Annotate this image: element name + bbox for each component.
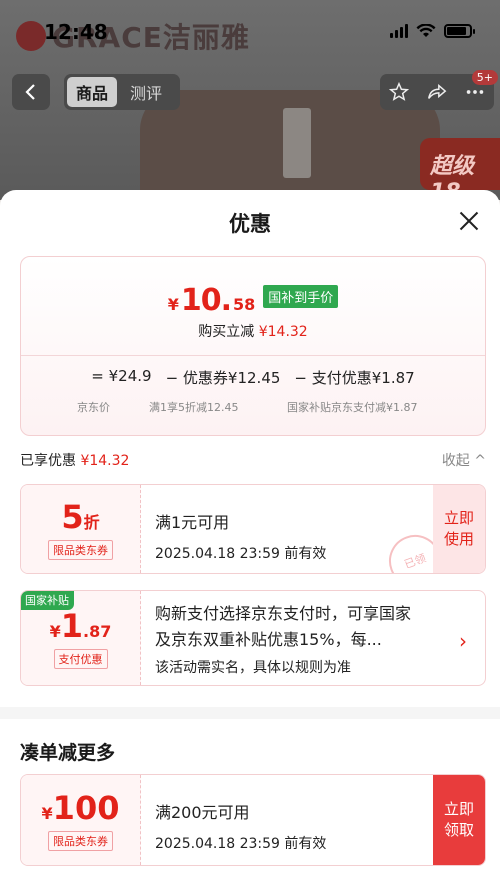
subsidy-card[interactable]: ¥ 1 .87 支付优惠 国家补贴 购新支付选择京东支付时，可享国家 及京东双重… — [20, 590, 486, 686]
save-amount: ¥14.32 — [258, 324, 308, 340]
final-price-currency: ¥ — [167, 295, 179, 314]
tab-review[interactable]: 测评 — [121, 77, 171, 107]
subsidy-details: 购新支付选择京东支付时，可享国家 及京东双重补贴优惠15%，每... 该活动需实… — [155, 601, 445, 677]
coupon-value-number: 5 — [61, 498, 84, 536]
coupon-condition: 满1元可用 — [155, 513, 230, 532]
final-price: ¥ 10. 58 国补到手价 — [21, 283, 485, 318]
addon-coupon-value-number: 100 — [52, 789, 120, 827]
addon-coupon-type-tag: 限品类东券 — [48, 831, 113, 851]
coupon-value: 5 折 — [61, 498, 99, 536]
wifi-icon — [416, 24, 436, 37]
coupon-value-unit: 折 — [83, 513, 100, 532]
more-discounts-title: 凑单减更多 — [20, 742, 116, 764]
enjoyed-label: 已享优惠 — [20, 453, 76, 469]
price-breakdown: = ¥24.9 − 优惠券¥12.45 − 支付优惠¥1.87 — [21, 367, 485, 388]
pay-note: 国家补贴京东支付减¥1.87 — [287, 401, 418, 414]
instant-saving: 购买立减 ¥14.32 — [21, 321, 485, 341]
share-icon[interactable] — [426, 81, 448, 103]
pay-deduction: − 支付优惠¥1.87 — [294, 369, 415, 387]
coupon-details: 满1元可用 2025.04.18 23:59 前有效 — [155, 509, 425, 563]
coupon-deduction: − 优惠券¥12.45 — [165, 369, 281, 387]
coupon-card: 5 折 限品类东券 满1元可用 2025.04.18 23:59 前有效 已领 … — [20, 484, 486, 574]
addon-coupon-details: 满200元可用 2025.04.18 23:59 前有效 — [155, 799, 425, 853]
page-tabs: 商品 测评 — [64, 74, 180, 110]
tab-product[interactable]: 商品 — [67, 77, 118, 107]
price-summary-card: ¥ 10. 58 国补到手价 购买立减 ¥14.32 = ¥24.9 − 优惠券… — [20, 256, 486, 436]
coupon-note: 满1享5折减12.45 — [149, 401, 239, 414]
close-icon[interactable] — [458, 210, 480, 232]
subsidy-description-line2: 及京东双重补贴优惠15%，每... — [155, 630, 382, 649]
addon-coupon-value-panel: ¥ 100 限品类东券 — [21, 775, 141, 865]
chevron-right-icon[interactable]: › — [459, 629, 467, 653]
final-price-integer: 10. — [180, 283, 232, 318]
addon-coupon-currency: ¥ — [41, 804, 53, 823]
back-button[interactable] — [12, 74, 50, 110]
addon-coupon-condition: 满200元可用 — [155, 803, 250, 822]
save-label: 购买立减 — [198, 324, 255, 340]
jd-price: = ¥24.9 — [91, 367, 152, 385]
final-price-decimal: 58 — [233, 295, 256, 314]
subsidy-value: ¥ 1 .87 — [50, 607, 112, 645]
price-divider — [21, 355, 485, 356]
subsidy-description: 购新支付选择京东支付时，可享国家 及京东双重补贴优惠15%，每... — [155, 601, 445, 653]
final-price-badge: 国补到手价 — [263, 285, 339, 308]
chevron-left-icon — [25, 84, 35, 100]
national-subsidy-tag: 国家补贴 — [21, 591, 74, 610]
addon-coupon-card: ¥ 100 限品类东券 满200元可用 2025.04.18 23:59 前有效… — [20, 774, 486, 866]
use-now-button[interactable]: 立即 使用 — [433, 485, 485, 573]
claim-now-button[interactable]: 立即 领取 — [433, 775, 485, 865]
status-icons — [390, 24, 475, 38]
coupon-expiry: 2025.04.18 23:59 前有效 — [155, 546, 327, 562]
promo-banner: 超级18 — [420, 138, 500, 200]
enjoyed-amount: ¥14.32 — [80, 453, 130, 469]
subsidy-value-number: 1 — [60, 607, 84, 645]
discount-sheet: 优惠 ¥ 10. 58 国补到手价 购买立减 ¥14.32 = ¥24.9 − … — [0, 190, 500, 879]
addon-coupon-value: ¥ 100 — [42, 789, 120, 827]
subsidy-currency: ¥ — [49, 622, 61, 641]
subsidy-description-line1: 购新支付选择京东支付时，可享国家 — [155, 604, 412, 623]
coupon-value-panel: 5 折 限品类东券 — [21, 485, 141, 573]
coupon-type-tag: 限品类东券 — [48, 540, 113, 560]
signal-icon — [390, 24, 408, 38]
subsidy-note: 该活动需实名，具体以规则为准 — [155, 660, 351, 676]
star-icon[interactable] — [388, 81, 410, 103]
collapse-toggle[interactable]: 收起 ^ — [442, 450, 486, 470]
sheet-title: 优惠 — [229, 212, 271, 236]
section-divider — [0, 707, 500, 719]
subsidy-type-tag: 支付优惠 — [53, 649, 108, 669]
enjoyed-discount: 已享优惠 ¥14.32 — [20, 450, 129, 470]
brand-mark-icon — [16, 21, 46, 51]
addon-coupon-expiry: 2025.04.18 23:59 前有效 — [155, 836, 327, 852]
product-label-tag — [283, 108, 311, 178]
battery-icon — [444, 24, 475, 38]
jd-price-note: 京东价 — [77, 401, 110, 414]
background-page: 超级18 GRACE洁丽雅 12:48 商品 测评 5+ — [0, 0, 500, 200]
status-time: 12:48 — [44, 20, 108, 44]
message-badge: 5+ — [471, 70, 498, 85]
subsidy-value-decimal: .87 — [83, 622, 112, 641]
